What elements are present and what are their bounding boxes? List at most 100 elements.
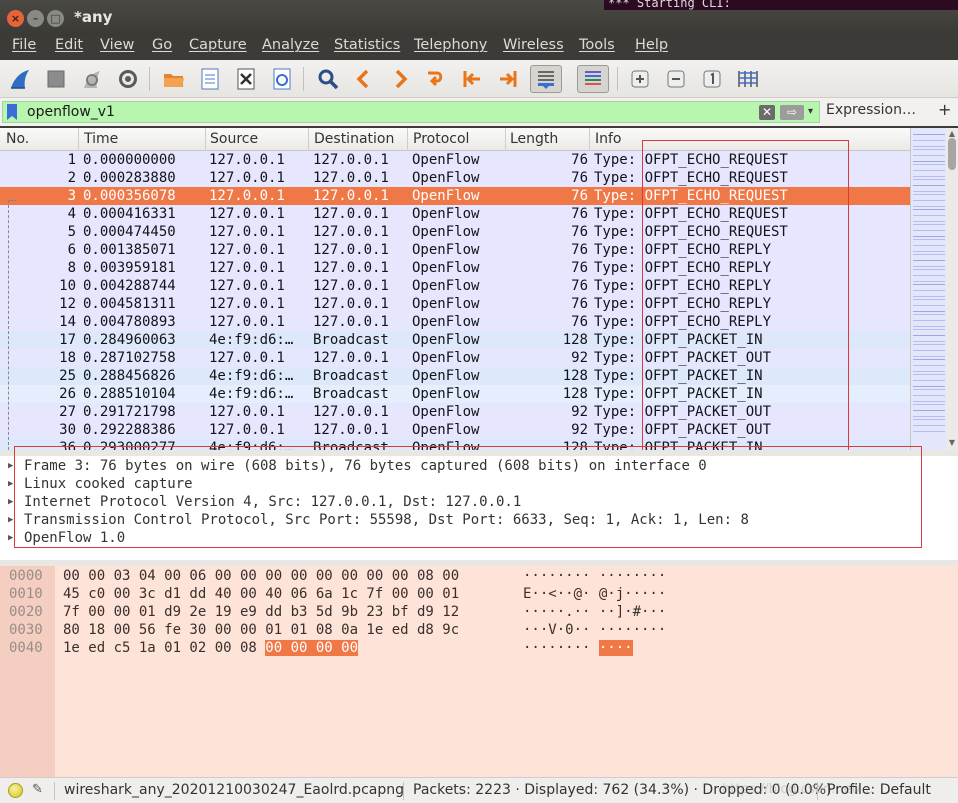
- reload-file-icon[interactable]: [268, 65, 296, 93]
- packet-row[interactable]: 3 0.000356078 127.0.0.1 127.0.0.1 OpenFlow 76…: [0, 187, 910, 205]
- column-header-protocol[interactable]: Protocol: [413, 131, 469, 147]
- find-packet-icon[interactable]: [314, 65, 342, 93]
- expression-button[interactable]: Expression…: [826, 102, 916, 118]
- open-file-icon[interactable]: [160, 65, 188, 93]
- display-filter-input[interactable]: openflow_v1 ✕ ⇨ ▾: [2, 101, 820, 123]
- column-header-length[interactable]: Length: [510, 131, 558, 147]
- packet-row[interactable]: 30 0.292288386 127.0.0.1 127.0.0.1 OpenFlow 9…: [0, 421, 910, 439]
- bytes-hex[interactable]: 45 c0 00 3c d1 dd 40 00 40 06 6a 1c 7f 0…: [63, 585, 459, 603]
- menu-edit[interactable]: Edit: [55, 37, 83, 53]
- bytes-row[interactable]: 0020 7f 00 00 01 d9 2e 19 e9 dd b3 5d 9b …: [0, 603, 958, 621]
- shark-fin-start-icon[interactable]: [6, 65, 34, 93]
- bytes-hex[interactable]: 7f 00 00 01 d9 2e 19 e9 dd b3 5d 9b 23 b…: [63, 603, 459, 621]
- bytes-hex[interactable]: 80 18 00 56 fe 30 00 00 01 01 08 0a 1e e…: [63, 621, 459, 639]
- capture-options-gear-icon[interactable]: [114, 65, 142, 93]
- go-last-icon[interactable]: [494, 65, 522, 93]
- filter-history-dropdown-icon[interactable]: ▾: [808, 104, 820, 120]
- go-forward-icon[interactable]: [386, 65, 414, 93]
- packet-row[interactable]: 6 0.001385071 127.0.0.1 127.0.0.1 OpenFlow 76…: [0, 241, 910, 259]
- expand-arrow-icon[interactable]: ▶: [8, 511, 13, 529]
- menu-telephony[interactable]: Telephony: [414, 37, 487, 53]
- packet-row[interactable]: 10 0.004288744 127.0.0.1 127.0.0.1 OpenFlow 7…: [0, 277, 910, 295]
- detail-row-openflow[interactable]: ▶ OpenFlow 1.0: [0, 529, 958, 547]
- filter-bookmark-icon[interactable]: [7, 104, 17, 120]
- save-file-icon[interactable]: [196, 65, 224, 93]
- packet-row[interactable]: 2 0.000283880 127.0.0.1 127.0.0.1 OpenFlow 76…: [0, 169, 910, 187]
- bytes-row[interactable]: 0030 80 18 00 56 fe 30 00 00 01 01 08 0a …: [0, 621, 958, 639]
- packet-minimap[interactable]: [910, 128, 946, 450]
- resize-columns-icon[interactable]: [734, 65, 762, 93]
- selected-bytes-hex[interactable]: 00 00 00 00: [265, 640, 359, 656]
- bytes-ascii[interactable]: ········ ········: [523, 567, 666, 585]
- scrollbar-thumb[interactable]: [948, 138, 956, 170]
- packet-row[interactable]: 8 0.003959181 127.0.0.1 127.0.0.1 OpenFlow 76…: [0, 259, 910, 277]
- menu-help[interactable]: Help: [635, 37, 668, 53]
- packet-row[interactable]: 4 0.000416331 127.0.0.1 127.0.0.1 OpenFlow 76…: [0, 205, 910, 223]
- packet-row[interactable]: 12 0.004581311 127.0.0.1 127.0.0.1 OpenFlow 7…: [0, 295, 910, 313]
- selected-bytes-ascii[interactable]: ····: [598, 640, 633, 656]
- menu-file[interactable]: File: [12, 37, 36, 53]
- bytes-hex[interactable]: 00 00 03 04 00 06 00 00 00 00 00 00 00 0…: [63, 567, 459, 585]
- detail-row-frame[interactable]: ▶ Frame 3: 76 bytes on wire (608 bits), …: [0, 457, 958, 475]
- bytes-hex[interactable]: 1e ed c5 1a 01 02 00 08 00 00 00 00: [63, 639, 359, 657]
- normal-size-icon[interactable]: [698, 65, 726, 93]
- filter-apply-icon[interactable]: ⇨: [780, 105, 804, 120]
- column-header-destination[interactable]: Destination: [314, 131, 394, 147]
- bytes-ascii[interactable]: ···V·0·· ········: [523, 621, 666, 639]
- detail-row-ipv4[interactable]: ▶ Internet Protocol Version 4, Src: 127.…: [0, 493, 958, 511]
- menu-analyze[interactable]: Analyze: [262, 37, 319, 53]
- window-maximize-button[interactable]: □: [47, 10, 64, 27]
- capture-comment-icon[interactable]: ✎: [32, 782, 43, 797]
- zoom-out-icon[interactable]: [662, 65, 690, 93]
- bytes-ascii[interactable]: ········ ····: [523, 639, 633, 657]
- go-first-icon[interactable]: [458, 65, 486, 93]
- packet-row[interactable]: 27 0.291721798 127.0.0.1 127.0.0.1 OpenFlow 9…: [0, 403, 910, 421]
- scroll-up-icon[interactable]: ▲: [947, 129, 957, 138]
- menu-tools[interactable]: Tools: [579, 37, 615, 53]
- packet-row[interactable]: 5 0.000474450 127.0.0.1 127.0.0.1 OpenFlow 76…: [0, 223, 910, 241]
- menu-capture[interactable]: Capture: [189, 37, 247, 53]
- auto-scroll-icon[interactable]: [530, 65, 562, 93]
- window-close-button[interactable]: ×: [7, 10, 24, 27]
- packet-row[interactable]: 36 0.293000277 4e:f9:d6:… Broadcast OpenFlow…: [0, 439, 910, 450]
- packet-row[interactable]: 18 0.287102758 127.0.0.1 127.0.0.1 OpenFlow 9…: [0, 349, 910, 367]
- column-header-info[interactable]: Info: [595, 131, 622, 147]
- bytes-ascii[interactable]: E··<··@· @·j·····: [523, 585, 666, 603]
- detail-row-linux-cooked[interactable]: ▶ Linux cooked capture: [0, 475, 958, 493]
- packet-row[interactable]: 26 0.288510104 4e:f9:d6:… Broadcast OpenFlow…: [0, 385, 910, 403]
- go-to-packet-icon[interactable]: [422, 65, 450, 93]
- packet-row[interactable]: 17 0.284960063 4e:f9:d6:… Broadcast OpenFlow…: [0, 331, 910, 349]
- scroll-down-icon[interactable]: ▼: [947, 438, 957, 447]
- packet-row[interactable]: 1 0.000000000 127.0.0.1 127.0.0.1 OpenFlow 76…: [0, 151, 910, 169]
- column-header-source[interactable]: Source: [210, 131, 258, 147]
- column-header-no[interactable]: No.: [6, 131, 29, 147]
- expand-arrow-icon[interactable]: ▶: [8, 457, 13, 475]
- display-filter-value[interactable]: openflow_v1: [27, 104, 115, 120]
- go-back-icon[interactable]: [350, 65, 378, 93]
- bytes-ascii[interactable]: ·····.·· ··]·#···: [523, 603, 666, 621]
- expand-arrow-icon[interactable]: ▶: [8, 493, 13, 511]
- colorize-icon[interactable]: [577, 65, 609, 93]
- stop-capture-icon[interactable]: [42, 65, 70, 93]
- filter-clear-icon[interactable]: ✕: [759, 105, 775, 120]
- packet-row[interactable]: 14 0.004780893 127.0.0.1 127.0.0.1 OpenFlow 7…: [0, 313, 910, 331]
- bytes-row[interactable]: 0000 00 00 03 04 00 06 00 00 00 00 00 00 …: [0, 567, 958, 585]
- menu-wireless[interactable]: Wireless: [503, 37, 564, 53]
- packet-row[interactable]: 25 0.288456826 4e:f9:d6:… Broadcast OpenFlow…: [0, 367, 910, 385]
- add-filter-button[interactable]: +: [938, 100, 951, 119]
- window-minimize-button[interactable]: –: [27, 10, 44, 27]
- bytes-row[interactable]: 0040 1e ed c5 1a 01 02 00 08 00 00 00 00 ·…: [0, 639, 958, 657]
- profile-selector[interactable]: Profile: Default: [827, 782, 931, 798]
- restart-capture-icon[interactable]: [78, 65, 106, 93]
- bytes-row[interactable]: 0010 45 c0 00 3c d1 dd 40 00 40 06 6a 1c …: [0, 585, 958, 603]
- detail-row-tcp[interactable]: ▶ Transmission Control Protocol, Src Por…: [0, 511, 958, 529]
- menu-view[interactable]: View: [100, 37, 134, 53]
- packet-list-scrollbar[interactable]: ▲ ▼: [946, 128, 958, 450]
- close-file-icon[interactable]: [232, 65, 260, 93]
- column-header-time[interactable]: Time: [84, 131, 118, 147]
- menu-statistics[interactable]: Statistics: [334, 37, 400, 53]
- expand-arrow-icon[interactable]: ▶: [8, 529, 13, 547]
- expert-info-led-icon[interactable]: [8, 783, 23, 798]
- expand-arrow-icon[interactable]: ▶: [8, 475, 13, 493]
- zoom-in-icon[interactable]: [626, 65, 654, 93]
